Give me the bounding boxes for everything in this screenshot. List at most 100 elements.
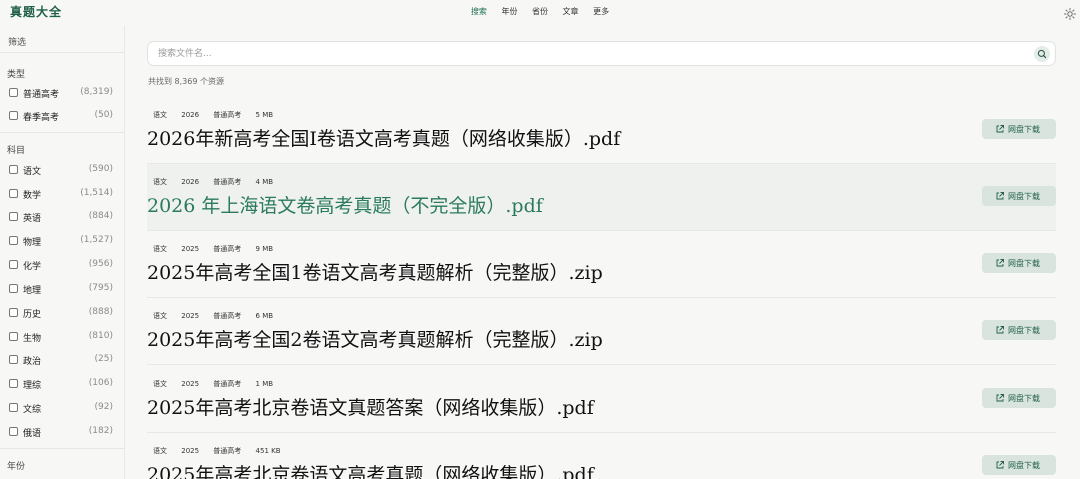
sidebar-divider (0, 448, 124, 449)
result-row: 语文 2025 普通高考 1 MB 2025年高考北京卷语文真题答案（网络收集版… (147, 366, 1056, 433)
tag-size: 6 MB (255, 312, 274, 320)
sun-icon (1064, 8, 1076, 20)
checkbox[interactable] (9, 165, 18, 174)
main-nav: 搜索 年份 省份 文章 更多 (0, 6, 1080, 17)
filter-subject-item[interactable]: 英语 (884) (9, 210, 115, 224)
nav-search[interactable]: 搜索 (471, 6, 487, 17)
file-title[interactable]: 2026年新高考全国I卷语文高考真题（网络收集版）.pdf (147, 124, 620, 151)
result-row: 语文 2026 普通高考 4 MB 2026 年上海语文卷高考真题（不完全版）.… (147, 164, 1056, 231)
file-title[interactable]: 2025年高考全国2卷语文高考真题解析（完整版）.zip (147, 325, 603, 352)
nav-more[interactable]: 更多 (593, 6, 609, 17)
tag-size: 4 MB (255, 178, 274, 186)
checkbox[interactable] (9, 403, 18, 412)
checkbox[interactable] (9, 355, 18, 364)
tag-year: 2025 (181, 380, 200, 388)
external-link-icon (996, 326, 1004, 334)
checkbox[interactable] (9, 236, 18, 245)
tag-list: 语文 2026 普通高考 4 MB (153, 177, 285, 187)
tag-subject: 语文 (153, 245, 167, 253)
filter-subject-item[interactable]: 语文 (590) (9, 163, 115, 177)
tag-type: 普通高考 (213, 380, 242, 388)
result-row: 语文 2026 普通高考 5 MB 2026年新高考全国I卷语文高考真题（网络收… (147, 97, 1056, 164)
tag-year: 2025 (181, 447, 200, 455)
tag-size: 5 MB (255, 111, 274, 119)
filter-sidebar: 筛选 类型 普通高考 (8,319) 春季高考 (50) 科目 语文 (590)… (0, 26, 125, 479)
filter-subject-item[interactable]: 地理 (795) (9, 282, 115, 296)
result-row: 语文 2025 普通高考 451 KB 2025年高考北京卷语文高考真题（网络收… (147, 433, 1056, 479)
subject-heading: 科目 (7, 146, 26, 156)
checkbox[interactable] (9, 212, 18, 221)
result-row: 语文 2025 普通高考 9 MB 2025年高考全国1卷语文高考真题解析（完整… (147, 231, 1056, 298)
search-bar (147, 41, 1056, 66)
filter-subject-item[interactable]: 数学 (1,514) (9, 187, 115, 201)
tag-list: 语文 2026 普通高考 5 MB (153, 110, 285, 120)
filter-type-item[interactable]: 春季高考 (50) (9, 109, 115, 123)
result-row: 语文 2025 普通高考 6 MB 2025年高考全国2卷语文高考真题解析（完整… (147, 298, 1056, 365)
download-button[interactable]: 网盘下载 (982, 186, 1056, 206)
tag-size: 451 KB (255, 447, 281, 455)
file-title[interactable]: 2025年高考北京卷语文真题答案（网络收集版）.pdf (147, 393, 594, 420)
tag-year: 2026 (181, 111, 200, 119)
tag-size: 9 MB (255, 245, 274, 253)
download-button[interactable]: 网盘下载 (982, 253, 1056, 273)
external-link-icon (996, 125, 1004, 133)
filter-subject-item[interactable]: 化学 (956) (9, 258, 115, 272)
top-bar: 真题大全 搜索 年份 省份 文章 更多 (0, 0, 1080, 24)
download-button[interactable]: 网盘下载 (982, 388, 1056, 408)
nav-province[interactable]: 省份 (532, 6, 548, 17)
checkbox[interactable] (9, 427, 18, 436)
search-button[interactable] (1034, 46, 1050, 62)
search-icon (1037, 49, 1047, 59)
checkbox[interactable] (9, 284, 18, 293)
tag-subject: 语文 (153, 447, 167, 455)
checkbox[interactable] (9, 332, 18, 341)
filter-subject-item[interactable]: 理综 (106) (9, 377, 115, 391)
download-button[interactable]: 网盘下载 (982, 455, 1056, 475)
checkbox[interactable] (9, 111, 18, 120)
filter-subject-item[interactable]: 政治 (25) (9, 353, 115, 367)
sidebar-title: 筛选 (8, 38, 27, 48)
file-title[interactable]: 2025年高考全国1卷语文高考真题解析（完整版）.zip (147, 258, 603, 285)
filter-type-item[interactable]: 普通高考 (8,319) (9, 86, 115, 100)
external-link-icon (996, 461, 1004, 469)
type-heading: 类型 (7, 70, 26, 80)
tag-list: 语文 2025 普通高考 451 KB (153, 446, 293, 456)
tag-list: 语文 2025 普通高考 1 MB (153, 379, 285, 389)
result-count: 共找到 8,369 个资源 (148, 77, 224, 86)
file-title[interactable]: 2026 年上海语文卷高考真题（不完全版）.pdf (147, 191, 543, 218)
tag-year: 2025 (181, 312, 200, 320)
external-link-icon (996, 394, 1004, 402)
tag-type: 普通高考 (213, 312, 242, 320)
filter-subject-item[interactable]: 历史 (888) (9, 306, 115, 320)
tag-subject: 语文 (153, 380, 167, 388)
filter-subject-item[interactable]: 生物 (810) (9, 330, 115, 344)
tag-subject: 语文 (153, 178, 167, 186)
download-button[interactable]: 网盘下载 (982, 320, 1056, 340)
checkbox[interactable] (9, 308, 18, 317)
nav-year[interactable]: 年份 (501, 6, 517, 17)
tag-type: 普通高考 (213, 178, 242, 186)
tag-size: 1 MB (255, 380, 274, 388)
tag-subject: 语文 (153, 111, 167, 119)
filter-subject-item[interactable]: 物理 (1,527) (9, 234, 115, 248)
tag-type: 普通高考 (213, 245, 242, 253)
filter-subject-item[interactable]: 俄语 (182) (9, 425, 115, 439)
tag-type: 普通高考 (213, 447, 242, 455)
sidebar-divider (0, 132, 124, 133)
tag-list: 语文 2025 普通高考 9 MB (153, 244, 285, 254)
sidebar-divider (0, 52, 124, 53)
tag-year: 2026 (181, 178, 200, 186)
search-input[interactable] (158, 46, 1018, 62)
theme-toggle-button[interactable] (1064, 5, 1076, 20)
checkbox[interactable] (9, 379, 18, 388)
file-title[interactable]: 2025年高考北京卷语文高考真题（网络收集版）.pdf (147, 460, 594, 479)
filter-subject-item[interactable]: 文综 (92) (9, 401, 115, 415)
tag-list: 语文 2025 普通高考 6 MB (153, 311, 285, 321)
checkbox[interactable] (9, 88, 18, 97)
year-heading: 年份 (7, 462, 26, 472)
download-button[interactable]: 网盘下载 (982, 119, 1056, 139)
nav-articles[interactable]: 文章 (563, 6, 579, 17)
tag-subject: 语文 (153, 312, 167, 320)
checkbox[interactable] (9, 189, 18, 198)
checkbox[interactable] (9, 260, 18, 269)
